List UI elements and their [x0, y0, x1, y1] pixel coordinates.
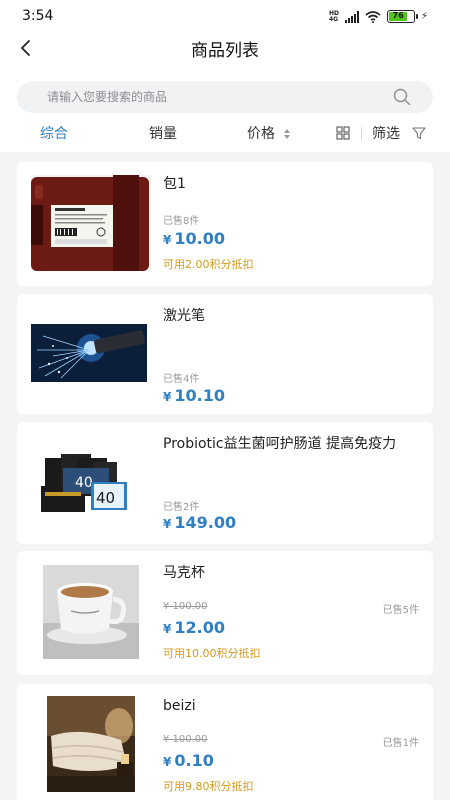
product-price: ¥149.00: [163, 513, 236, 532]
status-bar: 3:54 HD 4G 76 ⚡: [0, 0, 450, 34]
sort-bar: 综合 销量 价格 筛选: [0, 118, 450, 148]
filter-icon[interactable]: [412, 126, 426, 140]
battery-level: 76: [388, 12, 408, 21]
search-bar[interactable]: [17, 81, 433, 113]
header-area: 3:54 HD 4G 76 ⚡ 商品列表 请输入您要搜索的商品 综合 销量 价格…: [0, 0, 450, 152]
product-price-value: 10.00: [174, 229, 225, 248]
currency-symbol: ¥: [163, 517, 172, 531]
product-image-mug: [31, 563, 151, 659]
sort-comprehensive[interactable]: 综合: [40, 123, 68, 143]
product-card[interactable]: beizi ¥ 100.00 已售1件 ¥0.10 可用9.80积分抵扣: [17, 684, 433, 800]
currency-symbol: ¥: [163, 233, 172, 247]
product-name: 激光笔: [163, 308, 205, 324]
status-icons: HD 4G 76 ⚡: [329, 10, 428, 23]
page-title: 商品列表: [191, 41, 259, 61]
search-icon[interactable]: [393, 88, 411, 106]
product-original-price: ¥ 100.00: [163, 734, 208, 745]
product-points-deduction: 可用9.80积分抵扣: [163, 780, 254, 793]
status-time: 3:54: [22, 8, 54, 24]
product-card[interactable]: 激光笔 已售4件 ¥10.10: [17, 294, 433, 414]
product-price-value: 10.10: [174, 386, 225, 405]
search-input[interactable]: [47, 81, 377, 113]
product-price-value: 149.00: [174, 513, 237, 532]
hd-icon: HD 4G: [328, 9, 339, 23]
sort-arrows-icon: [284, 129, 291, 139]
product-card[interactable]: 包1 已售8件 ¥10.00 可用2.00积分抵扣: [17, 162, 433, 286]
product-card[interactable]: 马克杯 ¥ 100.00 已售5件 ¥12.00 可用10.00积分抵扣: [17, 551, 433, 675]
product-price: ¥10.00: [163, 229, 225, 248]
product-price-value: 0.10: [174, 751, 214, 770]
product-price: ¥12.00: [163, 618, 225, 637]
product-image-quilt: [31, 696, 151, 792]
product-image-probiotic: 40 40: [31, 436, 151, 532]
product-card[interactable]: 40 40 Probiotic益生菌呵护肠道 提高免疫力 已售2件 ¥149.0…: [17, 422, 433, 544]
product-sold-count: 已售8件: [163, 216, 200, 227]
currency-symbol: ¥: [163, 755, 172, 769]
product-name: 包1: [163, 176, 186, 192]
product-sold-count: 已售1件: [382, 738, 419, 749]
sort-price-label: 价格: [247, 126, 275, 142]
filter-button[interactable]: 筛选: [372, 123, 400, 143]
product-image-laser-pointer: [31, 306, 151, 402]
product-name: Probiotic益生菌呵护肠道 提高免疫力: [163, 436, 397, 452]
product-name: 马克杯: [163, 565, 205, 581]
grid-view-icon[interactable]: [336, 126, 350, 140]
product-points-deduction: 可用10.00积分抵扣: [163, 647, 261, 660]
nav-bar: 商品列表: [0, 30, 450, 66]
svg-text:40: 40: [96, 489, 115, 507]
currency-symbol: ¥: [163, 622, 172, 636]
battery-icon: 76: [386, 10, 418, 23]
sort-divider: [361, 127, 362, 140]
product-sold-count: 已售4件: [163, 374, 200, 385]
product-sold-count: 已售5件: [382, 605, 419, 616]
sort-price[interactable]: 价格: [247, 123, 291, 143]
product-price: ¥10.10: [163, 386, 225, 405]
product-original-price: ¥ 100.00: [163, 601, 208, 612]
svg-text:40: 40: [75, 475, 93, 491]
product-name: beizi: [163, 698, 196, 714]
product-points-deduction: 可用2.00积分抵扣: [163, 258, 254, 271]
currency-symbol: ¥: [163, 390, 172, 404]
wifi-icon: [365, 10, 381, 23]
signal-icon: [344, 10, 359, 23]
product-price: ¥0.10: [163, 751, 214, 770]
charging-icon: ⚡: [420, 11, 428, 22]
product-price-value: 12.00: [174, 618, 225, 637]
sort-sales[interactable]: 销量: [149, 123, 177, 143]
product-sold-count: 已售2件: [163, 502, 200, 513]
product-image-bag: [31, 175, 151, 271]
